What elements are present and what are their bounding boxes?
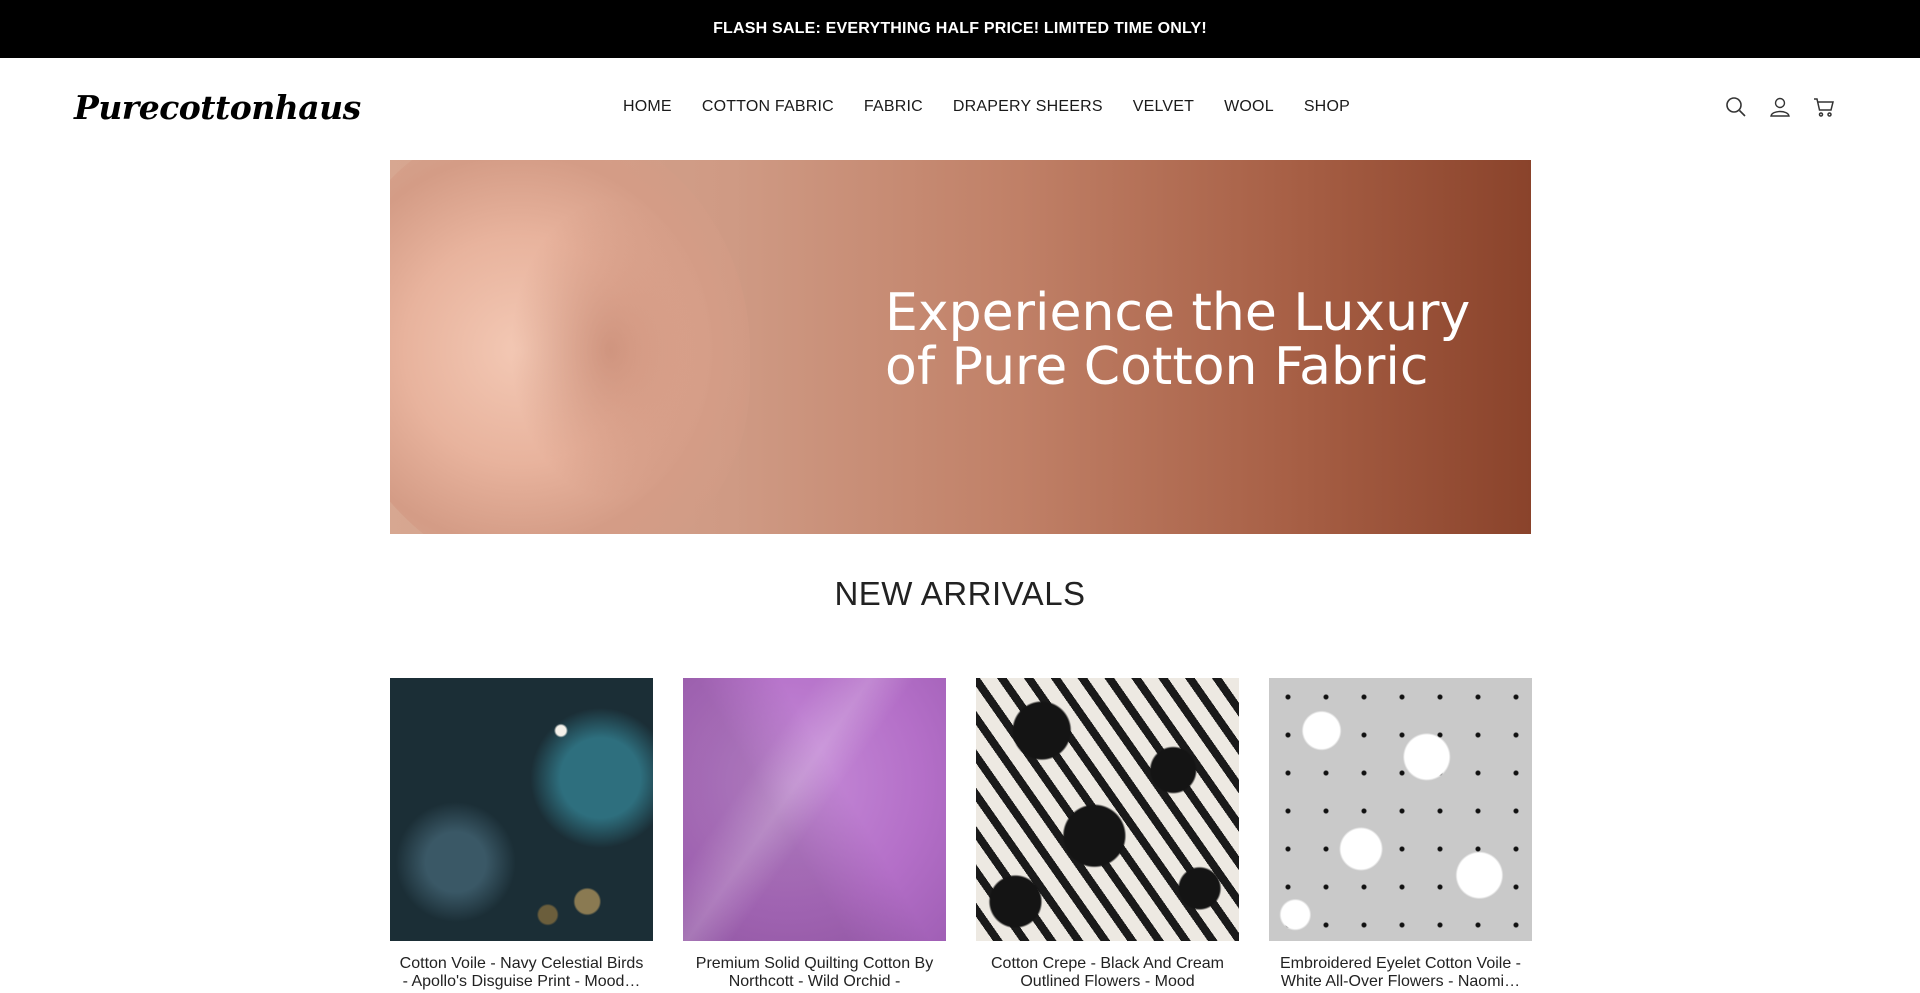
nav-home[interactable]: HOME bbox=[623, 98, 672, 116]
header-icons bbox=[1724, 95, 1836, 119]
hero-title: Experience the Luxury of Pure Cotton Fab… bbox=[885, 283, 1471, 397]
product-card[interactable]: Cotton Crepe - Black And Cream Outlined … bbox=[976, 678, 1239, 991]
nav-fabric[interactable]: FABRIC bbox=[864, 98, 923, 116]
nav-drapery-sheers[interactable]: DRAPERY SHEERS bbox=[953, 98, 1103, 116]
search-icon[interactable] bbox=[1724, 95, 1748, 119]
product-name[interactable]: Cotton Crepe - Black And Cream Outlined … bbox=[976, 955, 1239, 991]
product-name[interactable]: Embroidered Eyelet Cotton Voile - White … bbox=[1269, 955, 1532, 991]
nav-cotton-fabric[interactable]: COTTON FABRIC bbox=[702, 98, 834, 116]
account-icon[interactable] bbox=[1768, 95, 1792, 119]
announcement-bar: FLASH SALE: EVERYTHING HALF PRICE! LIMIT… bbox=[0, 0, 1920, 58]
product-image[interactable] bbox=[1269, 678, 1532, 941]
product-name[interactable]: Premium Solid Quilting Cotton By Northco… bbox=[683, 955, 946, 991]
nav-velvet[interactable]: VELVET bbox=[1133, 98, 1194, 116]
site-header: Purecottonhaus HOME COTTON FABRIC FABRIC… bbox=[0, 58, 1920, 160]
product-name[interactable]: Cotton Voile - Navy Celestial Birds - Ap… bbox=[390, 955, 653, 991]
nav-shop[interactable]: SHOP bbox=[1304, 98, 1350, 116]
hero-banner[interactable]: Experience the Luxury of Pure Cotton Fab… bbox=[390, 160, 1531, 534]
product-card[interactable]: Premium Solid Quilting Cotton By Northco… bbox=[683, 678, 946, 991]
product-image[interactable] bbox=[976, 678, 1239, 941]
hero-fabric-shadow bbox=[510, 200, 710, 500]
announcement-text: FLASH SALE: EVERYTHING HALF PRICE! LIMIT… bbox=[713, 20, 1207, 37]
product-card[interactable]: Embroidered Eyelet Cotton Voile - White … bbox=[1269, 678, 1532, 991]
product-card[interactable]: Cotton Voile - Navy Celestial Birds - Ap… bbox=[390, 678, 653, 991]
product-image[interactable] bbox=[683, 678, 946, 941]
site-logo[interactable]: Purecottonhaus bbox=[74, 88, 361, 127]
main-nav: HOME COTTON FABRIC FABRIC DRAPERY SHEERS… bbox=[623, 98, 1350, 116]
product-image[interactable] bbox=[390, 678, 653, 941]
new-arrivals-title: NEW ARRIVALS bbox=[834, 575, 1086, 612]
cart-icon[interactable] bbox=[1812, 95, 1836, 119]
nav-wool[interactable]: WOOL bbox=[1224, 98, 1274, 116]
product-grid: Cotton Voile - Navy Celestial Birds - Ap… bbox=[390, 678, 1532, 991]
